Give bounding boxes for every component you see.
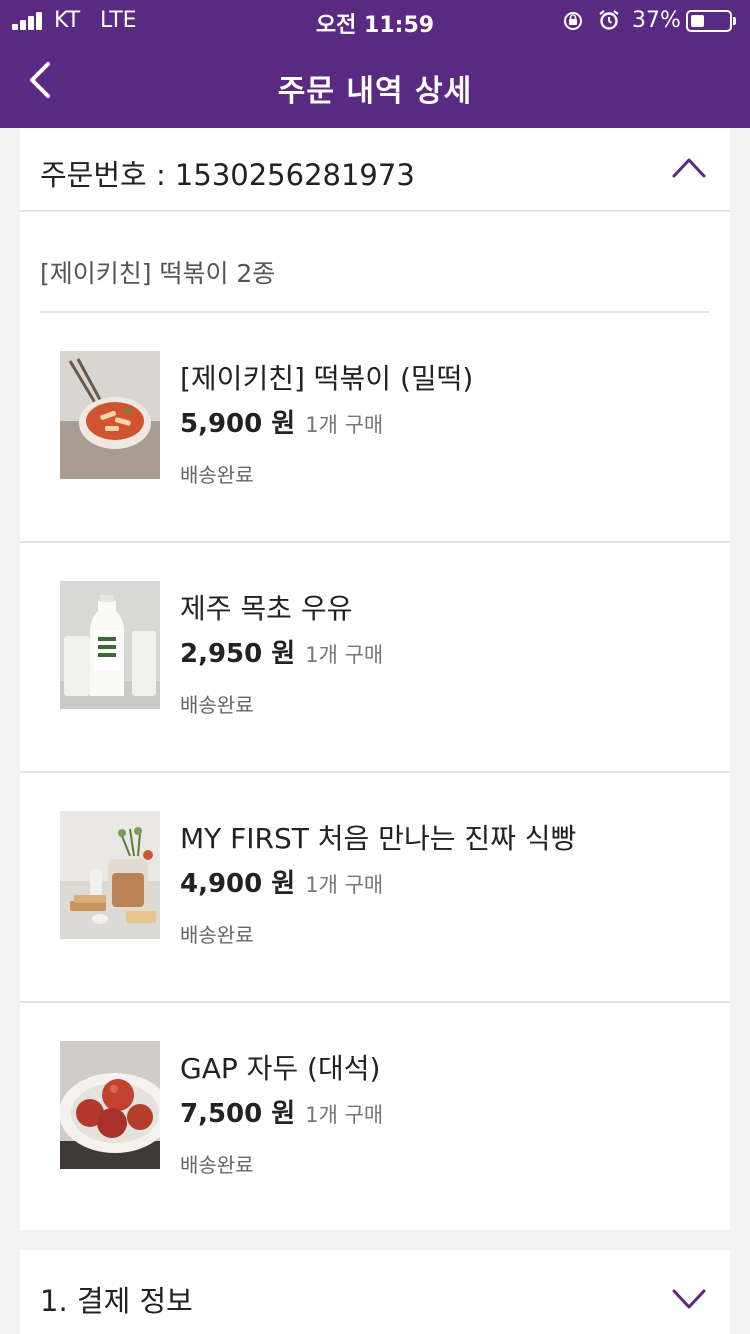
rotation-lock-icon: [564, 12, 582, 30]
page-title: 주문 내역 상세: [277, 74, 473, 109]
product-quantity: 1개 구매: [305, 873, 384, 897]
product-image-bread: [60, 811, 160, 939]
order-card: 주문번호 : 1530256281973 [제이키친] 떡볶이 2종 [제이키친…: [20, 128, 730, 1230]
chevron-down-icon[interactable]: [672, 1288, 706, 1310]
product-name: MY FIRST 처음 만나는 진짜 식빵: [180, 822, 577, 855]
order-item[interactable]: MY FIRST 처음 만나는 진짜 식빵 4,900 원 1개 구매 배송완료: [20, 773, 730, 1003]
product-image-tteokbokki: [60, 351, 160, 479]
product-image-milk: [60, 581, 160, 709]
price-line: 4,900 원 1개 구매: [180, 863, 383, 900]
product-price: 4,900 원: [180, 869, 296, 899]
product-quantity: 1개 구매: [305, 1103, 384, 1127]
delivery-status: 배송완료: [180, 1153, 254, 1177]
product-price: 2,950 원: [180, 639, 296, 669]
product-quantity: 1개 구매: [305, 413, 384, 437]
price-line: 5,900 원 1개 구매: [180, 403, 383, 440]
delivery-status: 배송완료: [180, 463, 254, 487]
delivery-status: 배송완료: [180, 923, 254, 947]
order-number-row[interactable]: 주문번호 : 1530256281973: [20, 128, 730, 212]
order-item[interactable]: GAP 자두 (대석) 7,500 원 1개 구매 배송완료: [20, 1003, 730, 1230]
chevron-up-icon[interactable]: [672, 156, 706, 178]
order-item[interactable]: [제이키친] 떡볶이 (밀떡) 5,900 원 1개 구매 배송완료: [20, 313, 730, 543]
payment-info-section[interactable]: 1. 결제 정보: [20, 1250, 730, 1334]
product-name: 제주 목초 우유: [180, 592, 353, 625]
product-image-plum: [60, 1041, 160, 1169]
price-line: 7,500 원 1개 구매: [180, 1093, 383, 1130]
alarm-icon: [599, 10, 619, 30]
product-quantity: 1개 구매: [305, 643, 384, 667]
status-bar: KT LTE 오전 11:59 37%: [0, 0, 750, 40]
order-item[interactable]: 제주 목초 우유 2,950 원 1개 구매 배송완료: [20, 543, 730, 773]
price-line: 2,950 원 1개 구매: [180, 633, 383, 670]
payment-info-title: 1. 결제 정보: [40, 1284, 193, 1318]
product-name: [제이키친] 떡볶이 (밀떡): [180, 362, 474, 395]
top-bar: KT LTE 오전 11:59 37% 주문 내역 상세: [0, 0, 750, 128]
order-number: 주문번호 : 1530256281973: [40, 158, 415, 192]
battery-percent: 37%: [632, 8, 681, 33]
order-group-title: [제이키친] 떡볶이 2종: [40, 259, 276, 288]
delivery-status: 배송완료: [180, 693, 254, 717]
battery-icon: [686, 10, 736, 32]
product-price: 7,500 원: [180, 1099, 296, 1129]
product-price: 5,900 원: [180, 409, 296, 439]
product-name: GAP 자두 (대석): [180, 1052, 381, 1085]
